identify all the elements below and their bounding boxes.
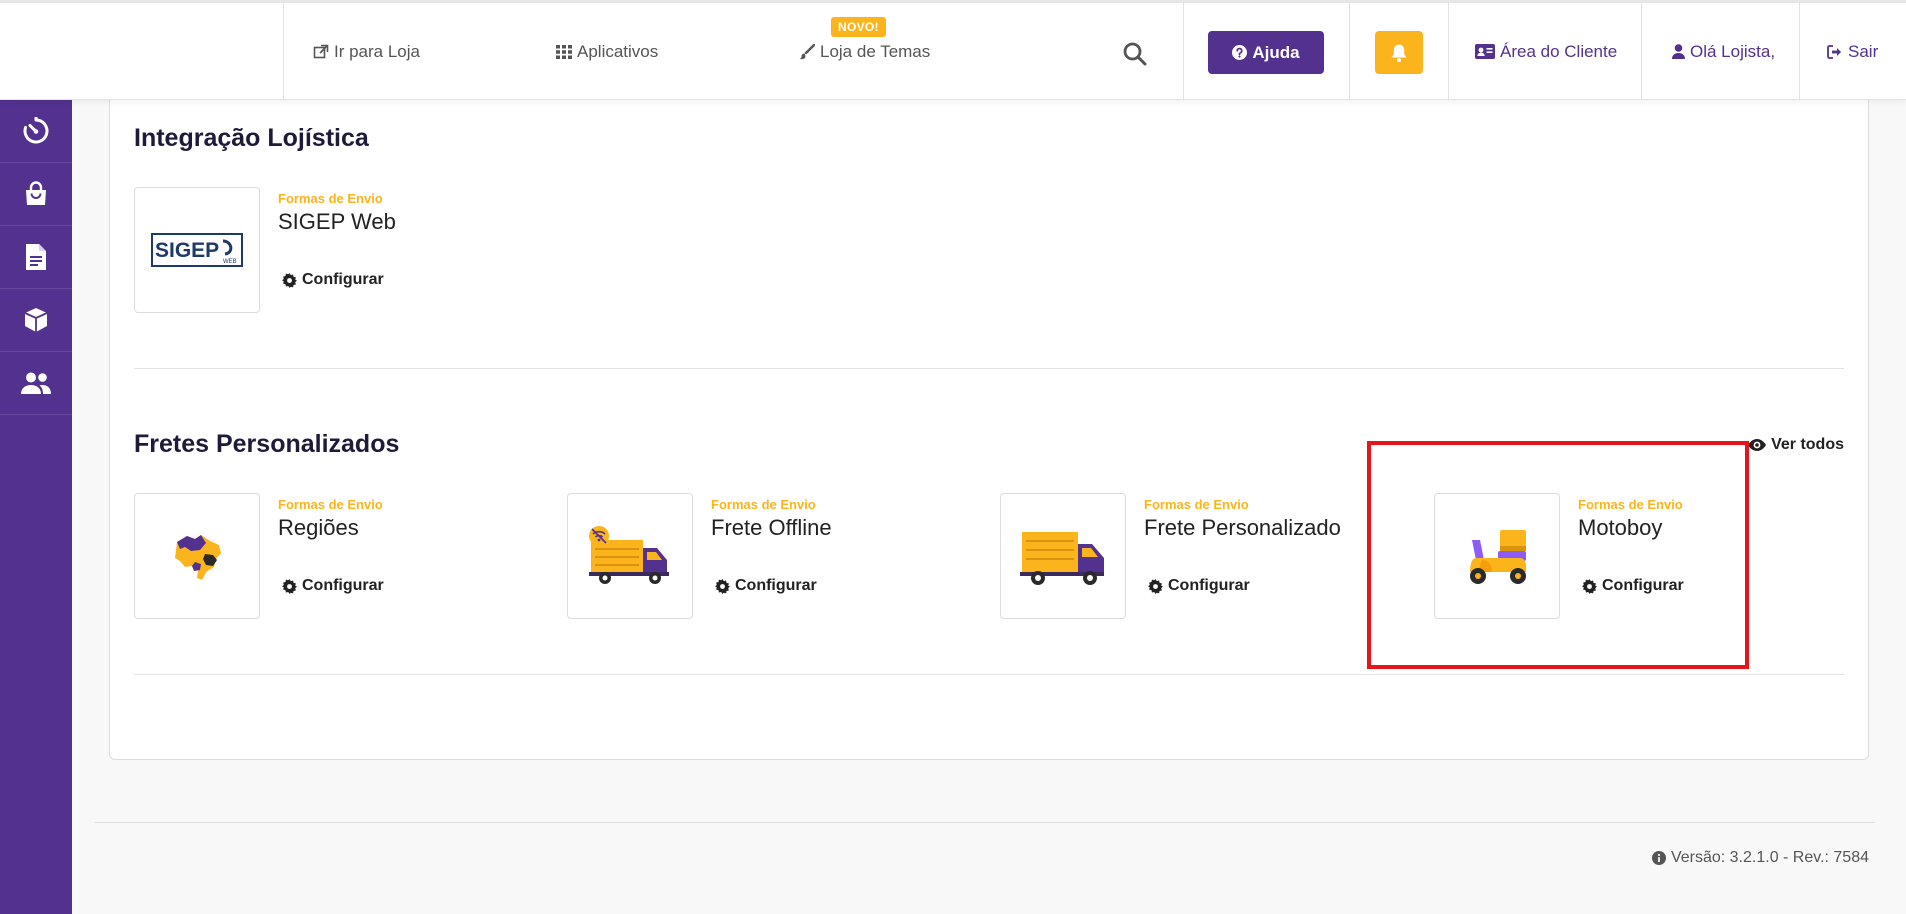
sidebar-item-products[interactable] — [0, 289, 72, 352]
configure-button[interactable]: Configurar — [1582, 577, 1684, 595]
see-all-link[interactable]: Ver todos — [1748, 436, 1844, 454]
sidebar-item-orders[interactable] — [0, 163, 72, 226]
document-icon — [26, 244, 46, 270]
logout-label: Sair — [1848, 41, 1879, 61]
header-divider — [1641, 3, 1642, 100]
configure-button[interactable]: Configurar — [715, 577, 817, 595]
section-title-custom-shipping: Fretes Personalizados — [134, 430, 400, 458]
configure-button[interactable]: Configurar — [1148, 577, 1250, 595]
brush-icon — [799, 43, 815, 59]
plugin-category: Formas de Envio — [278, 497, 383, 512]
grid-icon — [556, 44, 572, 59]
box-icon — [24, 308, 48, 332]
plugin-card-motoboy: Formas de Envio Motoboy Configurar — [1434, 493, 1834, 619]
configure-label: Configurar — [1602, 577, 1684, 594]
header-divider — [1183, 3, 1184, 100]
version-info: Versão: 3.2.1.0 - Rev.: 7584 — [1651, 849, 1869, 867]
plugin-card-frete-offline: Formas de Envio Frete Offline Configurar — [567, 493, 967, 619]
plugin-thumbnail[interactable] — [567, 493, 693, 619]
search-button[interactable] — [1122, 41, 1148, 67]
svg-text:WEB: WEB — [223, 259, 237, 265]
plugin-thumbnail[interactable] — [1000, 493, 1126, 619]
shopping-bag-icon — [26, 181, 46, 205]
plugin-name: Regiões — [278, 515, 359, 540]
users-icon — [21, 372, 51, 394]
plugin-name: Frete Offline — [711, 515, 832, 540]
top-bar: Ir para Loja Aplicativos NOVO! Loja de T… — [0, 0, 1906, 100]
sidebar-item-customers[interactable] — [0, 352, 72, 415]
external-link-icon — [313, 44, 329, 58]
configure-button[interactable]: Configurar — [282, 577, 384, 595]
configure-label: Configurar — [735, 577, 817, 594]
gear-icon — [1582, 578, 1597, 594]
go-to-store-link[interactable]: Ir para Loja — [313, 3, 420, 100]
client-area-link[interactable]: Área do Cliente — [1475, 3, 1617, 100]
user-icon — [1672, 44, 1685, 59]
theme-store-link[interactable]: Loja de Temas — [799, 3, 930, 100]
plugin-category: Formas de Envio — [1578, 497, 1683, 512]
apps-label: Aplicativos — [577, 41, 659, 61]
plugin-category: Formas de Envio — [711, 497, 816, 512]
delivery-truck-icon — [1020, 532, 1104, 585]
configure-label: Configurar — [302, 271, 384, 288]
header-divider — [1448, 3, 1449, 100]
header-divider — [1349, 3, 1350, 100]
client-area-label: Área do Cliente — [1500, 41, 1618, 61]
theme-store-label: Loja de Temas — [820, 41, 931, 61]
footer-divider — [95, 822, 1875, 823]
plugin-name: Frete Personalizado — [1144, 515, 1341, 540]
notifications-button[interactable] — [1375, 31, 1423, 74]
configure-button[interactable]: Configurar — [282, 271, 384, 289]
apps-link[interactable]: Aplicativos — [556, 3, 658, 100]
gear-icon — [715, 578, 730, 594]
user-greeting: Olá Lojista, — [1690, 41, 1776, 61]
svg-text:SIGEP: SIGEP — [155, 239, 219, 262]
version-text: Versão: 3.2.1.0 - Rev.: 7584 — [1670, 849, 1869, 866]
logo-area[interactable] — [0, 3, 284, 100]
see-all-label: Ver todos — [1771, 436, 1844, 453]
configure-label: Configurar — [302, 577, 384, 594]
plugin-name: SIGEP Web — [278, 209, 396, 234]
header-divider — [1799, 3, 1800, 100]
configure-label: Configurar — [1168, 577, 1250, 594]
sidebar-item-dashboard[interactable] — [0, 100, 72, 163]
section-divider — [134, 674, 1844, 675]
info-icon — [1651, 851, 1666, 865]
user-menu[interactable]: Olá Lojista, — [1672, 3, 1775, 100]
section-divider — [134, 368, 1844, 369]
sidebar-item-reports[interactable] — [0, 226, 72, 289]
gear-icon — [1148, 578, 1163, 594]
id-card-icon — [1475, 44, 1495, 59]
dashboard-icon — [23, 117, 49, 144]
plugin-thumbnail[interactable] — [1434, 493, 1560, 619]
plugin-name: Motoboy — [1578, 515, 1663, 540]
help-label: Ajuda — [1252, 42, 1300, 62]
eye-icon — [1748, 439, 1767, 451]
help-button[interactable]: Ajuda — [1208, 31, 1324, 74]
question-circle-icon — [1232, 45, 1248, 60]
plugin-category: Formas de Envio — [278, 191, 383, 206]
logout-link[interactable]: Sair — [1827, 3, 1878, 100]
gear-icon — [282, 578, 297, 594]
section-title-logistics: Integração Lojística — [134, 124, 369, 152]
search-icon — [1123, 42, 1147, 66]
sign-out-icon — [1827, 44, 1841, 59]
plugin-thumbnail[interactable]: SIGEP WEB — [134, 187, 260, 313]
bell-icon — [1391, 44, 1407, 62]
sigep-web-logo: SIGEP WEB — [151, 233, 243, 267]
brazil-map-icon — [175, 535, 221, 580]
sidebar — [0, 100, 72, 914]
scooter-icon — [1470, 530, 1526, 584]
plugin-card-regions: Formas de Envio Regiões Configurar — [134, 493, 534, 619]
offline-truck-icon — [589, 526, 669, 584]
plugin-card-sigep-web: SIGEP WEB Formas de Envio SIGEP Web Conf… — [134, 187, 534, 313]
gear-icon — [282, 272, 297, 288]
go-to-store-label: Ir para Loja — [334, 41, 420, 61]
plugin-thumbnail[interactable] — [134, 493, 260, 619]
plugin-category: Formas de Envio — [1144, 497, 1249, 512]
plugin-card-frete-personalizado: Formas de Envio Frete Personalizado Conf… — [1000, 493, 1400, 619]
